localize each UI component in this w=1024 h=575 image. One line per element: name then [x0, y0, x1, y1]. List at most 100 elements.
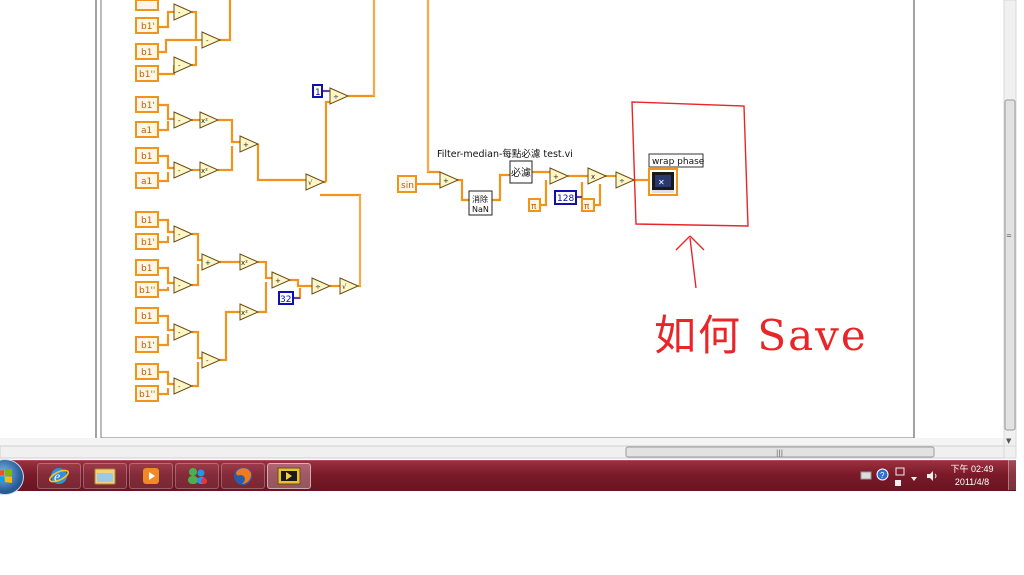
terminal-b1-2: b1	[135, 147, 159, 164]
terminal-b1-4: b1	[135, 259, 159, 276]
firefox-icon	[234, 467, 252, 485]
windows-logo-icon	[0, 469, 12, 483]
terminal-a1-2: a1	[135, 172, 159, 189]
svg-text:÷: ÷	[333, 93, 339, 101]
svg-text:+: +	[243, 141, 249, 149]
terminal-b1pp-3: b1''	[135, 385, 159, 402]
windows-taskbar: e ? 下午 02:49 2011/4/8	[0, 459, 1016, 495]
block-diagram-window: ||| = ▼ b1' b1 b1'' b1' a1 b1 a1 b1 b1' …	[0, 0, 1024, 460]
svg-text:x²: x²	[201, 167, 208, 175]
svg-text:b1: b1	[141, 368, 152, 378]
svg-text:+: +	[553, 173, 559, 181]
svg-text:a1: a1	[141, 126, 152, 136]
svg-text:32: 32	[280, 295, 291, 305]
subvi-remove-nan[interactable]: 消除 NaN	[468, 190, 493, 216]
const-32[interactable]: 32	[278, 291, 294, 305]
const-128[interactable]: 128	[554, 190, 577, 205]
taskbar-internet-explorer[interactable]: e	[37, 463, 81, 489]
svg-text:|||: |||	[776, 449, 783, 457]
svg-text:消除: 消除	[472, 194, 488, 204]
messenger-icon	[188, 468, 207, 484]
svg-text:+: +	[443, 177, 449, 185]
svg-text:NaN: NaN	[472, 205, 489, 214]
folder-icon	[94, 468, 116, 485]
block-diagram-canvas[interactable]: ||| = ▼ b1' b1 b1'' b1' a1 b1 a1 b1 b1' …	[0, 0, 1024, 460]
terminal-b1p-1: b1'	[135, 17, 159, 34]
vertical-scroll-thumb[interactable]	[1004, 99, 1016, 431]
keyboard-icon[interactable]	[860, 469, 872, 481]
network-icon[interactable]	[894, 479, 902, 487]
const-pi-2[interactable]: π	[581, 198, 595, 212]
terminal-b1p-2: b1'	[135, 96, 159, 113]
taskbar-windows-explorer[interactable]	[83, 463, 127, 489]
subtract-node	[173, 276, 194, 294]
svg-text:?: ?	[880, 471, 885, 480]
diagram-border-hatch	[0, 438, 1004, 446]
window-icon[interactable]	[894, 466, 906, 478]
svg-text:=: =	[1006, 232, 1012, 240]
subtract-node	[201, 31, 222, 49]
svg-text:+: +	[275, 277, 281, 285]
svg-text:必濾: 必濾	[511, 166, 531, 179]
svg-text:wrap phase: wrap phase	[652, 157, 705, 167]
taskbar-labview[interactable]	[267, 463, 311, 489]
scroll-down-arrow[interactable]: ▼	[1006, 437, 1012, 445]
terminal-b1-1: b1	[135, 43, 159, 60]
terminal-b1-5: b1	[135, 307, 159, 324]
taskbar-messenger[interactable]	[175, 463, 219, 489]
terminal-b1p-3: b1'	[135, 233, 159, 250]
svg-text:÷: ÷	[315, 283, 321, 291]
svg-text:π: π	[531, 202, 537, 212]
terminal-b1pp-1: b1''	[135, 65, 159, 82]
sin-input-terminal[interactable]: sin	[397, 175, 417, 193]
terminal-b1-3: b1	[135, 211, 159, 228]
subvi-filter[interactable]: 必濾	[509, 160, 533, 184]
subtract-node	[173, 225, 194, 243]
start-button[interactable]	[0, 459, 24, 495]
svg-text:x: x	[591, 173, 595, 181]
svg-text:π: π	[584, 202, 590, 212]
wrap-phase-subvi[interactable]: wrap phase ✕	[648, 153, 705, 196]
annotation-handwriting: 如何 Save	[654, 311, 868, 360]
labview-icon	[277, 467, 301, 485]
svg-text:√: √	[342, 283, 347, 291]
svg-text:x²: x²	[241, 309, 248, 317]
const-pi[interactable]: π	[528, 198, 541, 212]
taskbar-clock[interactable]: 下午 02:49 2011/4/8	[944, 463, 1000, 489]
arrow-icon	[675, 235, 705, 289]
help-icon[interactable]: ?	[876, 468, 889, 481]
horizontal-scrollbar[interactable]: |||	[0, 445, 1005, 459]
svg-text:b1'': b1''	[139, 390, 155, 400]
vertical-scrollbar[interactable]: = ▼	[1003, 0, 1017, 447]
svg-text:b1': b1'	[141, 238, 155, 248]
taskbar-firefox[interactable]	[221, 463, 265, 489]
terminals[interactable]: b1' b1 b1'' b1' a1 b1 a1 b1 b1' b1 b1'' …	[135, 0, 159, 402]
scrollbar-corner	[1003, 445, 1017, 459]
svg-text:b1'': b1''	[139, 70, 155, 80]
wire-highlights	[359, 0, 429, 286]
svg-text:b1'': b1''	[139, 286, 155, 296]
terminal-b1p-4: b1'	[135, 336, 159, 353]
terminal-b1-6: b1	[135, 363, 159, 380]
subtract-node	[173, 56, 194, 74]
clock-date: 2011/4/8	[954, 477, 990, 487]
show-desktop-button[interactable]	[1008, 460, 1017, 490]
svg-text:128: 128	[557, 194, 574, 204]
svg-text:b1: b1	[141, 312, 152, 322]
volume-icon[interactable]	[926, 470, 938, 482]
subtract-node	[173, 323, 194, 341]
terminal-a1-1: a1	[135, 121, 159, 138]
subtract-node	[173, 3, 194, 21]
svg-text:x²: x²	[201, 117, 208, 125]
tray-expand-icon[interactable]	[910, 475, 918, 483]
svg-text:x²: x²	[241, 259, 248, 267]
vi-label: Filter-median-每點必濾 test.vi	[437, 148, 573, 160]
svg-text:b1': b1'	[141, 101, 155, 111]
taskbar-media-player[interactable]	[129, 463, 173, 489]
svg-text:b1: b1	[141, 48, 152, 58]
svg-text:b1: b1	[141, 264, 152, 274]
subtract-node	[173, 161, 194, 179]
media-player-icon	[143, 468, 159, 484]
terminal-b1-top	[135, 0, 159, 11]
const-1[interactable]: 1	[312, 84, 323, 98]
